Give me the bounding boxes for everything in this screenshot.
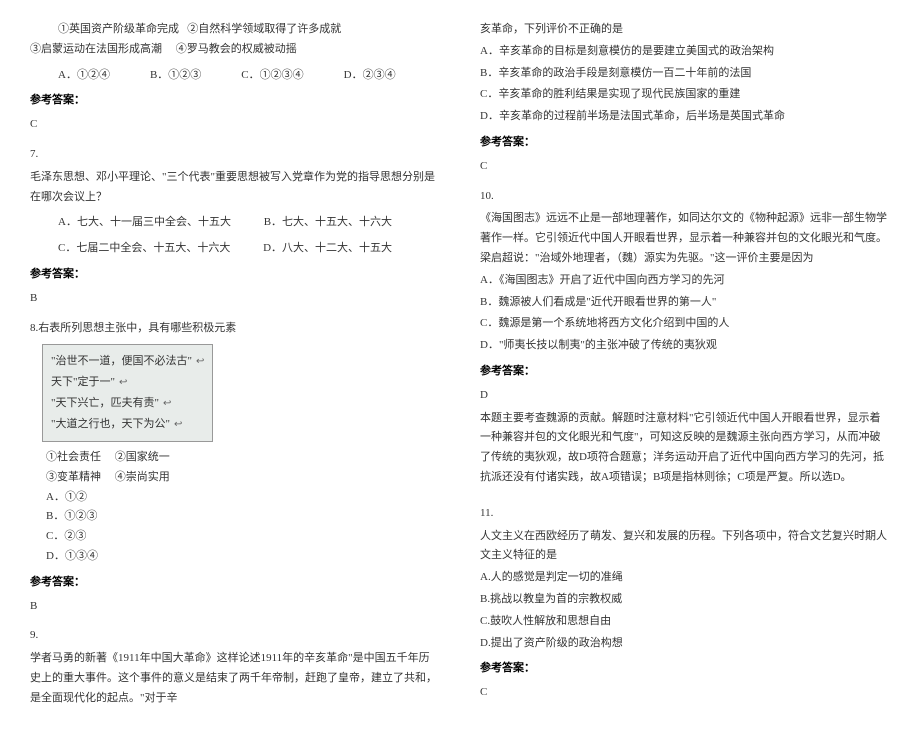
q11-answer: C [480, 683, 890, 703]
q8-item3: ③变革精神 [46, 471, 101, 483]
q10-optD: D．"师夷长技以制夷"的主张冲破了传统的夷狄观 [480, 336, 890, 356]
q8-item4: ④崇尚实用 [115, 471, 170, 483]
q11-number: 11. [480, 504, 890, 524]
q7-optD: D．八大、十二大、十五大 [263, 239, 392, 259]
q6-item2: ②自然科学领域取得了许多成就 [187, 23, 341, 35]
q9-answer: C [480, 157, 890, 177]
q10-answer-label: 参考答案： [480, 362, 890, 382]
q7-body: 毛泽东思想、邓小平理论、"三个代表"重要思想被写入党章作为党的指导思想分别是在哪… [30, 168, 440, 208]
q8-options: A．①② B．①②③ C．②③ D．①③④ [30, 488, 440, 567]
q6-item4: ④罗马教会的权威被动摇 [176, 43, 297, 55]
q7-options-row1: A．七大、十一届三中全会、十五大 B．七大、十五大、十六大 [30, 213, 440, 233]
q6-items: ①英国资产阶级革命完成 ②自然科学领域取得了许多成就 [30, 20, 440, 40]
q11-optB: B.挑战以教皇为首的宗教权威 [480, 590, 890, 610]
q6-item1: ①英国资产阶级革命完成 [58, 23, 179, 35]
q8-item2: ②国家统一 [115, 451, 170, 463]
q8-item1: ①社会责任 [46, 451, 101, 463]
q9-optD: D．辛亥革命的过程前半场是法国式革命，后半场是英国式革命 [480, 107, 890, 127]
q8-answer-label: 参考答案： [30, 573, 440, 593]
q8-items-row2: ③变革精神 ④崇尚实用 [30, 468, 440, 488]
q10-optB: B．魏源被人们看成是"近代开眼看世界的第一人" [480, 293, 890, 313]
right-column: 亥革命，下列评价不正确的是 A．辛亥革命的目标是刻意模仿的是要建立美国式的政治架… [480, 20, 890, 713]
q8-items-row1: ①社会责任 ②国家统一 [30, 448, 440, 468]
left-column: ①英国资产阶级革命完成 ②自然科学领域取得了许多成就 ③启蒙运动在法国形成高潮 … [30, 20, 440, 713]
q6-optB: B．①②③ [150, 66, 201, 86]
q6-options: A．①②④ B．①②③ C．①②③④ D．②③④ [30, 66, 440, 86]
q10-optA: A．《海国图志》开启了近代中国向西方学习的先河 [480, 271, 890, 291]
q10-explain: 本题主要考查魏源的贡献。解题时注意材料"它引领近代中国人开眼看世界，显示着一种兼… [480, 409, 890, 488]
q11-answer-label: 参考答案： [480, 659, 890, 679]
q8-optB: B．①②③ [30, 507, 440, 527]
q7-optB: B．七大、十五大、十六大 [264, 213, 392, 233]
q10-number: 10. [480, 187, 890, 207]
q9-body: 学者马勇的新著《1911年中国大革命》这样论述1911年的辛亥革命"是中国五千年… [30, 649, 440, 708]
q8-quote3: "天下兴亡，匹夫有责"↩ [51, 393, 204, 414]
q6-item3: ③启蒙运动在法国形成高潮 [30, 43, 162, 55]
q6-optA: A．①②④ [58, 66, 110, 86]
q10-answer: D [480, 386, 890, 406]
q7-answer: B [30, 289, 440, 309]
q7-optC: C．七届二中全会、十五大、十六大 [58, 239, 230, 259]
q8-optD: D．①③④ [30, 547, 440, 567]
q11-body: 人文主义在西欧经历了萌发、复兴和发展的历程。下列各项中，符合文艺复兴时期人文主义… [480, 527, 890, 567]
q11-optA: A.人的感觉是判定一切的准绳 [480, 568, 890, 588]
q8-optA: A．①② [30, 488, 440, 508]
q8-quote-box: "治世不一道，便国不必法古"↩ 天下"定于一"↩ "天下兴亡，匹夫有责"↩ "大… [42, 344, 213, 442]
q8-quote2: 天下"定于一"↩ [51, 372, 204, 393]
q9-optB: B．辛亥革命的政治手段是刻意模仿一百二十年前的法国 [480, 64, 890, 84]
q6-optD: D．②③④ [344, 66, 396, 86]
q9-optA: A．辛亥革命的目标是刻意模仿的是要建立美国式的政治架构 [480, 42, 890, 62]
q9-cont: 亥革命，下列评价不正确的是 [480, 20, 890, 40]
q7-optA: A．七大、十一届三中全会、十五大 [58, 213, 231, 233]
q6-items-line2: ③启蒙运动在法国形成高潮 ④罗马教会的权威被动摇 [30, 40, 440, 60]
q10-optC: C．魏源是第一个系统地将西方文化介绍到中国的人 [480, 314, 890, 334]
q7-options-row2: C．七届二中全会、十五大、十六大 D．八大、十二大、十五大 [30, 239, 440, 259]
q11-optC: C.鼓吹人性解放和思想自由 [480, 612, 890, 632]
q6-answer: C [30, 115, 440, 135]
q9-number: 9. [30, 626, 440, 646]
q8-optC: C．②③ [30, 527, 440, 547]
q8-answer: B [30, 597, 440, 617]
q8-quote1: "治世不一道，便国不必法古"↩ [51, 351, 204, 372]
q9-answer-label: 参考答案： [480, 133, 890, 153]
q10-body: 《海国图志》远远不止是一部地理著作，如同达尔文的《物种起源》远非一部生物学著作一… [480, 209, 890, 268]
q11-optD: D.提出了资产阶级的政治构想 [480, 634, 890, 654]
q6-answer-label: 参考答案： [30, 91, 440, 111]
q7-number: 7. [30, 145, 440, 165]
q9-optC: C．辛亥革命的胜利结果是实现了现代民族国家的重建 [480, 85, 890, 105]
q6-optC: C．①②③④ [241, 66, 303, 86]
q8-quote4: "大道之行也，天下为公"↩ [51, 414, 204, 435]
q7-answer-label: 参考答案： [30, 265, 440, 285]
q8-body: 8.右表所列思想主张中，具有哪些积极元素 [30, 319, 440, 339]
